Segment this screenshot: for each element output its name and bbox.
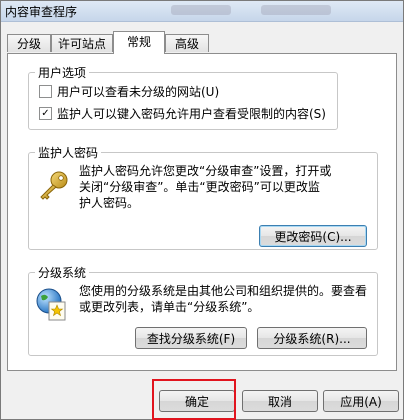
guardian-desc-line2: 关闭“分级审查”。单击“更改密码”可以更改监 bbox=[79, 180, 320, 194]
unrated-sites-option[interactable]: 用户可以查看未分级的网站(U) bbox=[39, 83, 219, 100]
supervisor-password-option[interactable]: ✓ 监护人可以键入密码允许用户查看受限制的内容(S) bbox=[39, 105, 326, 122]
apply-button[interactable]: 应用(A) bbox=[323, 390, 399, 412]
supervisor-password-checkbox[interactable]: ✓ bbox=[39, 107, 52, 120]
rating-system-title: 分级系统 bbox=[35, 264, 90, 281]
guardian-password-description: 监护人密码允许您更改“分级审查”设置，打开或 关闭“分级审查”。单击“更改密码”… bbox=[79, 163, 331, 211]
user-options-title: 用户选项 bbox=[35, 64, 90, 81]
globe-certificate-icon bbox=[35, 287, 69, 321]
tab-advanced[interactable]: 高级 bbox=[165, 34, 209, 52]
rating-desc-line1: 您使用的分级系统是由其他公司和组织提供的。要查看 bbox=[79, 284, 368, 298]
rating-system-description: 您使用的分级系统是由其他公司和组织提供的。要查看 或更改列表，请单击“分级系统”… bbox=[79, 283, 367, 315]
highlight-box bbox=[152, 379, 236, 420]
supervisor-password-label: 监护人可以键入密码允许用户查看受限制的内容(S) bbox=[57, 107, 326, 121]
blurred-area bbox=[171, 5, 231, 15]
rating-systems-button[interactable]: 分级系统(R)... bbox=[257, 327, 367, 349]
title-bar: 内容审查程序 bbox=[1, 1, 403, 22]
content-advisor-window: 内容审查程序 分级 许可站点 常规 高级 用户选项 用户可以查看未分级的网站(U… bbox=[0, 0, 404, 420]
guardian-password-group: 监护人密码 监护人密码允许您更改“分级审查”设置，打开或 关闭“分级审查”。单击… bbox=[28, 144, 378, 250]
find-rating-systems-button[interactable]: 查找分级系统(F) bbox=[135, 327, 247, 349]
tab-ratings[interactable]: 分级 bbox=[7, 34, 51, 52]
unrated-sites-label: 用户可以查看未分级的网站(U) bbox=[57, 85, 220, 99]
change-password-button[interactable]: 更改密码(C)... bbox=[259, 225, 367, 247]
key-icon bbox=[37, 169, 71, 203]
tab-approved-sites[interactable]: 许可站点 bbox=[51, 34, 113, 52]
blurred-area bbox=[261, 5, 331, 15]
unrated-sites-checkbox[interactable] bbox=[39, 85, 52, 98]
tab-panel-general: 用户选项 用户可以查看未分级的网站(U) ✓ 监护人可以键入密码允许用户查看受限… bbox=[7, 53, 397, 371]
user-options-group: 用户选项 用户可以查看未分级的网站(U) ✓ 监护人可以键入密码允许用户查看受限… bbox=[28, 64, 338, 130]
window-title: 内容审查程序 bbox=[5, 5, 78, 19]
guardian-desc-line3: 护人密码。 bbox=[79, 196, 140, 210]
guardian-password-title: 监护人密码 bbox=[35, 144, 102, 161]
tab-general[interactable]: 常规 bbox=[113, 31, 165, 54]
cancel-button[interactable]: 取消 bbox=[242, 390, 318, 412]
guardian-desc-line1: 监护人密码允许您更改“分级审查”设置，打开或 bbox=[79, 164, 332, 178]
rating-system-group: 分级系统 您使用的分级系统是由其他公司和组织提供的。要查看 或更改列表，请单击“… bbox=[28, 264, 378, 356]
rating-desc-line2: 或更改列表，请单击“分级系统”。 bbox=[79, 300, 260, 314]
